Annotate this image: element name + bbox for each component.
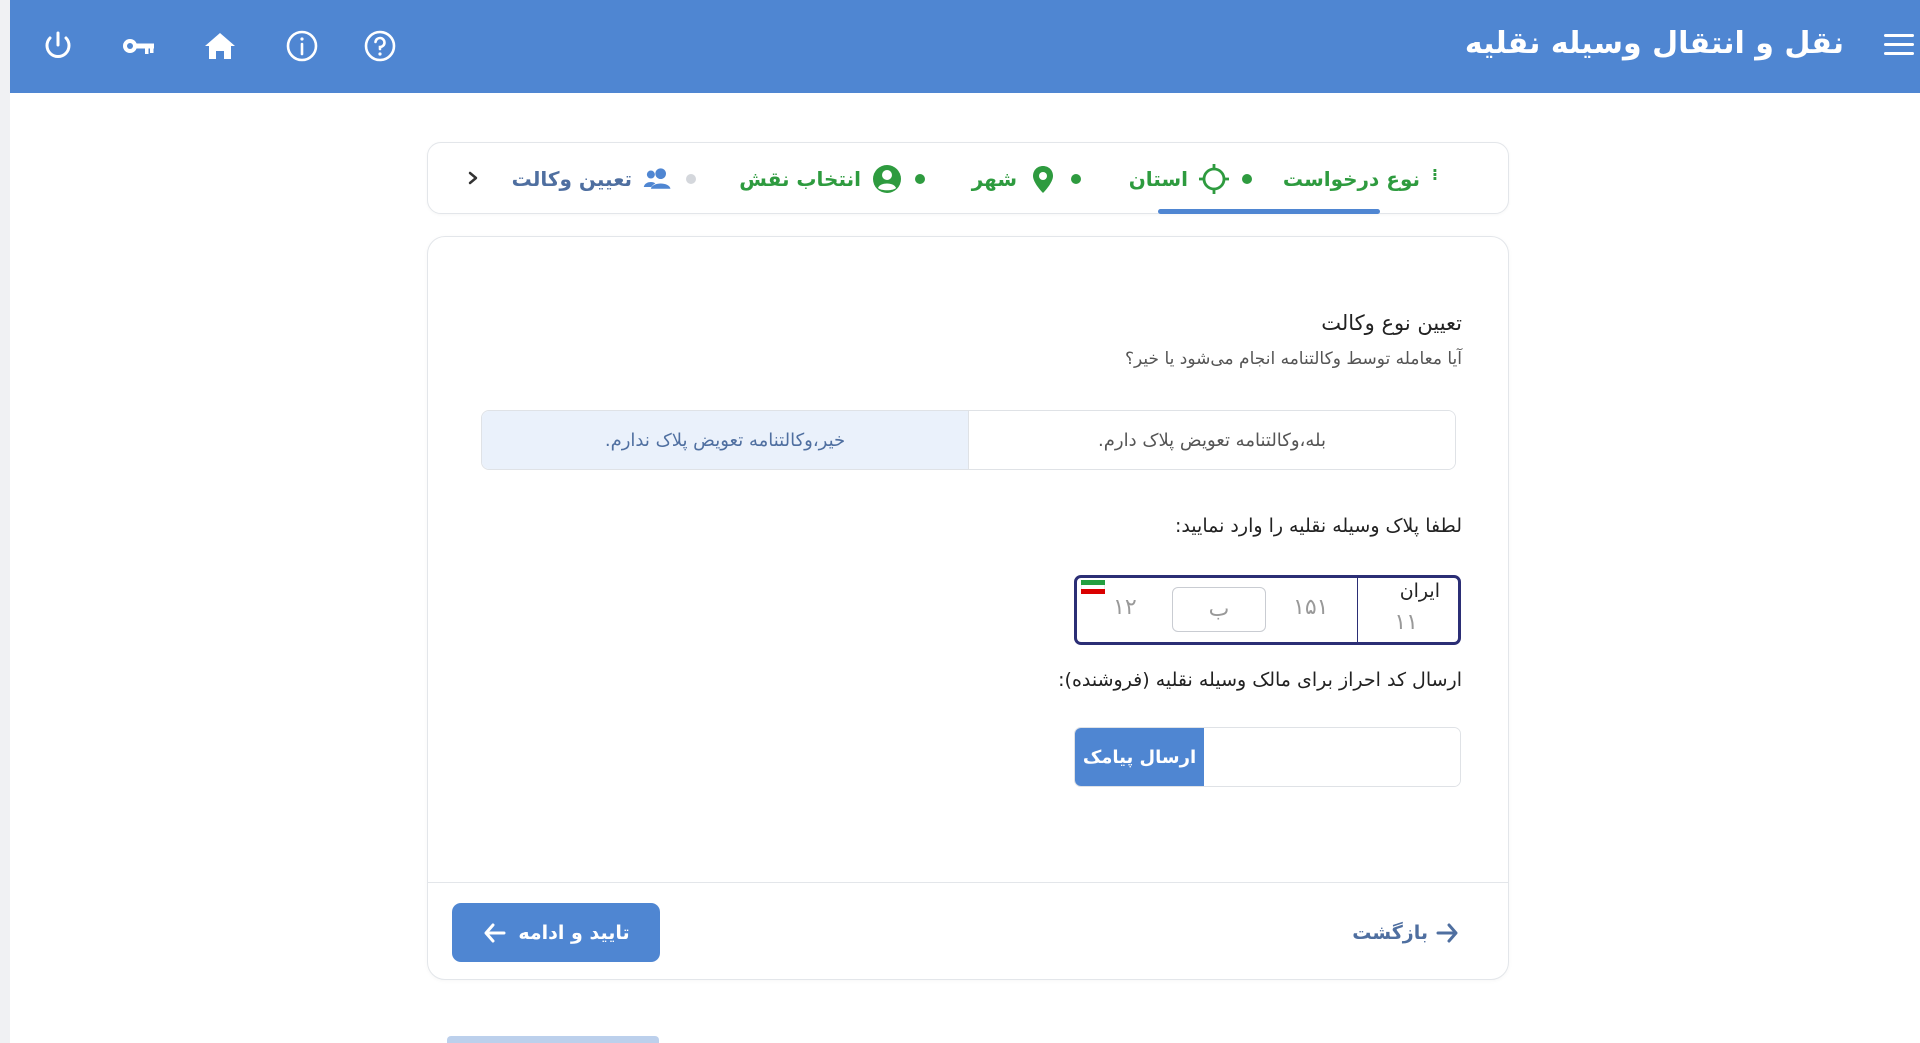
home-icon[interactable] (202, 28, 238, 64)
iran-flag-icon (1081, 580, 1105, 594)
power-icon[interactable] (40, 28, 76, 64)
user-circle-icon (873, 165, 901, 193)
plate-label: لطفا پلاک وسیله نقلیه را وارد نمایید: (1174, 515, 1462, 537)
plate-three-digit-field[interactable]: ۱۵۱ (1293, 595, 1328, 620)
step-label: استان (1128, 167, 1188, 191)
plate-region-box: ایران ۱۱ (1357, 578, 1458, 642)
plate-region-code-field[interactable]: ۱۱ (1394, 610, 1418, 635)
option-no-attorney[interactable]: خیر،وکالتنامه تعویض پلاک ندارم. (482, 411, 969, 469)
plate-two-digit-field[interactable]: ۱۲ (1113, 595, 1137, 620)
attorney-toggle: خیر،وکالتنامه تعویض پلاک ندارم. بله،وکال… (481, 410, 1456, 470)
step-status-dot (1242, 174, 1252, 184)
key-icon[interactable] (120, 28, 156, 64)
chevron-right-icon[interactable] (462, 165, 484, 191)
help-icon[interactable] (362, 28, 398, 64)
step-role[interactable]: انتخاب نقش (739, 143, 925, 215)
users-icon (643, 168, 671, 189)
plate-letter-select[interactable]: ب (1172, 587, 1266, 632)
step-city[interactable]: شهر (972, 143, 1081, 215)
step-province[interactable]: استان (1129, 143, 1252, 215)
location-pin-icon (1033, 166, 1053, 193)
step-power-of-attorney[interactable]: تعیین وکالت (512, 143, 696, 215)
step-status-dot (1071, 174, 1081, 184)
left-edge-strip (0, 0, 10, 1043)
kebab-icon[interactable]: ⁝ (1432, 165, 1438, 184)
step-status-dot (915, 174, 925, 184)
app-header: نقل و انتقال وسیله نقلیه (10, 0, 1920, 93)
stepper: ⁝ نوع درخواست استان شهر انتخاب نقش تعیین… (427, 142, 1509, 214)
footer-divider (428, 882, 1508, 883)
active-step-indicator (1158, 209, 1380, 214)
sms-code-input[interactable] (1204, 728, 1460, 786)
step-label: شهر (971, 167, 1017, 191)
sms-label: ارسال کد احراز برای مالک وسیله نقلیه (فر… (1058, 669, 1462, 691)
section-title: تعیین نوع وکالت (1321, 311, 1462, 335)
license-plate-input: ۱۲ ب ۱۵۱ ایران ۱۱ (1074, 575, 1461, 645)
scroll-ghost (447, 1036, 659, 1043)
back-label: بازگشت (1352, 922, 1428, 944)
plate-iran-label: ایران (1399, 580, 1440, 602)
page: نقل و انتقال وسیله نقلیه ⁝ نوع درخواست ا… (0, 0, 1920, 1043)
step-label: انتخاب نقش (739, 167, 861, 191)
step-label: نوع درخواست (1282, 167, 1420, 191)
step-status-dot (686, 174, 696, 184)
page-title: نقل و انتقال وسیله نقلیه (1464, 26, 1844, 61)
confirm-continue-button[interactable]: تایید و ادامه (452, 903, 660, 962)
option-has-attorney[interactable]: بله،وکالتنامه تعویض پلاک دارم. (969, 411, 1455, 469)
menu-icon[interactable] (1884, 34, 1914, 60)
arrow-left-icon (484, 923, 506, 942)
step-request-type[interactable]: نوع درخواست (1283, 143, 1420, 215)
step-label: تعیین وکالت (511, 167, 632, 191)
back-button[interactable]: بازگشت (1352, 917, 1460, 949)
crosshair-icon (1199, 164, 1229, 194)
arrow-right-icon (1436, 923, 1458, 943)
info-icon[interactable] (284, 28, 320, 64)
section-subtitle: آیا معامله توسط وکالتنامه انجام می‌شود ی… (1125, 349, 1462, 369)
sms-group: ارسال پیامک (1074, 727, 1461, 787)
confirm-label: تایید و ادامه (518, 921, 630, 944)
form-card: تعیین نوع وکالت آیا معامله توسط وکالتنام… (427, 236, 1509, 980)
send-sms-button[interactable]: ارسال پیامک (1075, 728, 1204, 786)
